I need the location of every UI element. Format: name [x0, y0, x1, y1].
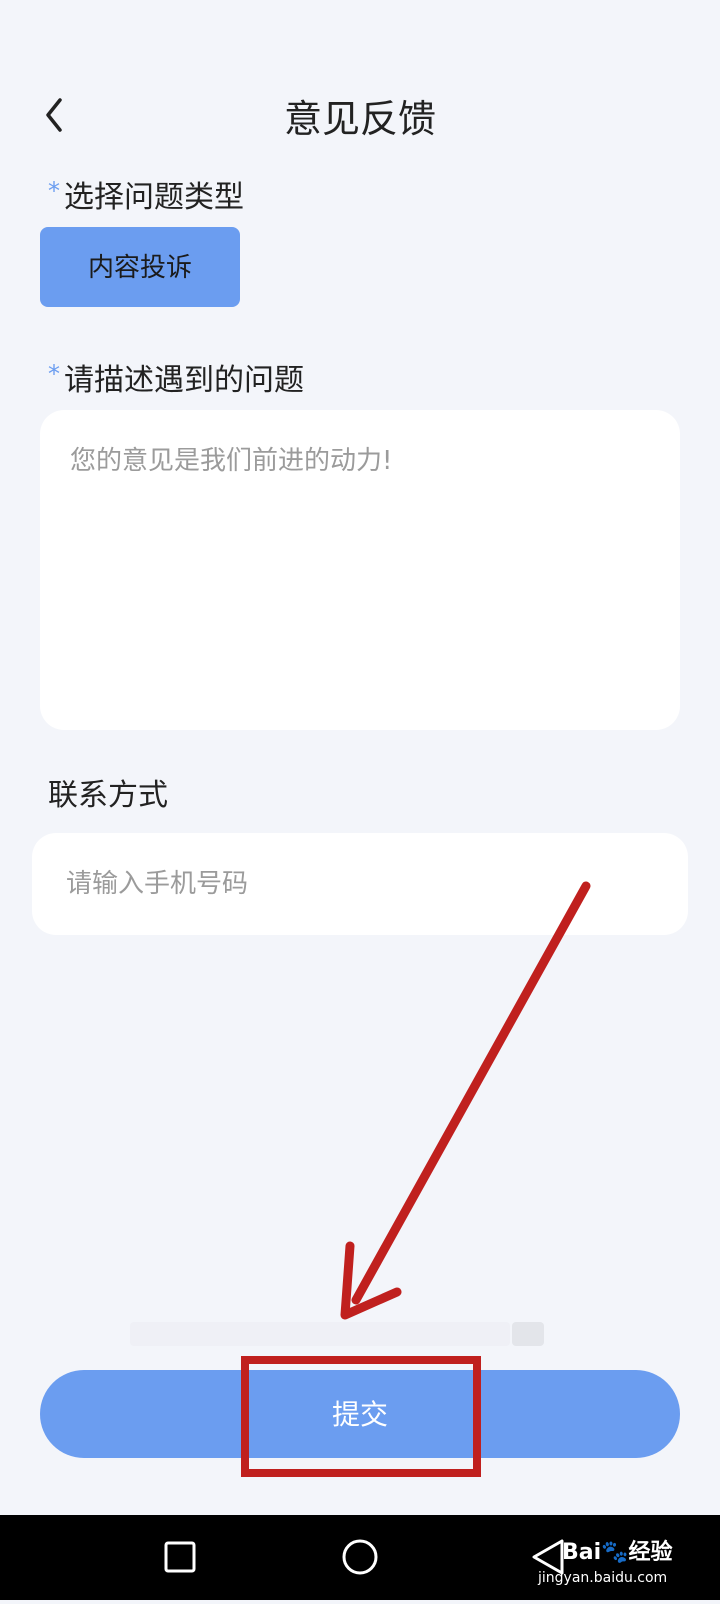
phone-input[interactable] — [64, 863, 648, 905]
annotation-arrow-head — [340, 1241, 402, 1320]
required-mark: * — [48, 177, 60, 205]
description-label-row: * 请描述遇到的问题 — [48, 355, 304, 399]
faint-note-icon — [512, 1322, 544, 1346]
contact-label: 联系方式 — [48, 778, 168, 813]
contact-box — [32, 833, 688, 935]
issue-type-label: 选择问题类型 — [64, 180, 244, 215]
header: 意见反馈 — [0, 70, 720, 160]
recents-square-icon — [164, 1541, 196, 1573]
submit-button[interactable]: 提交 — [40, 1370, 680, 1458]
faint-note — [130, 1322, 510, 1346]
baidu-jingyan-watermark: Bai🐾经验 jingyan.baidu.com — [532, 1530, 702, 1594]
description-box — [40, 410, 680, 730]
recents-button[interactable] — [150, 1515, 210, 1600]
page-title: 意见反馈 — [283, 97, 436, 141]
description-textarea[interactable] — [70, 440, 650, 700]
home-circle-icon — [342, 1539, 378, 1575]
watermark-sub: jingyan.baidu.com — [538, 1570, 668, 1586]
home-button[interactable] — [330, 1515, 390, 1600]
description-label: 请描述遇到的问题 — [64, 363, 304, 398]
watermark-main: Bai🐾经验 — [562, 1540, 673, 1565]
annotation-arrow-shaft — [351, 881, 591, 1305]
required-mark: * — [48, 360, 60, 388]
issue-type-label-row: * 选择问题类型 — [48, 172, 244, 216]
issue-type-chip-content-complaint[interactable]: 内容投诉 — [40, 227, 240, 307]
